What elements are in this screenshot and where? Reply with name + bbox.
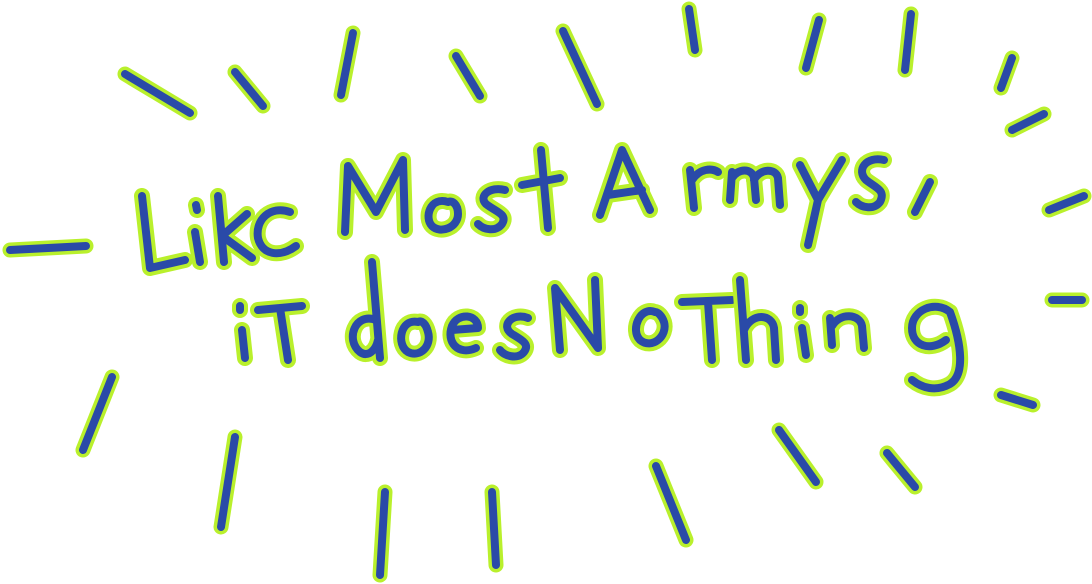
burst-ray — [798, 12, 827, 76]
burst-ray — [484, 484, 504, 573]
glyph-y — [792, 152, 850, 253]
burst-ray — [555, 23, 605, 112]
burst-ray — [879, 445, 923, 495]
glyph-A — [592, 142, 658, 223]
glyph-T — [514, 142, 568, 236]
glyph-L — [134, 188, 193, 276]
burst-ray — [117, 66, 198, 121]
burst-ray — [372, 484, 393, 583]
glyph-d — [344, 254, 388, 366]
burst-ray — [75, 369, 120, 458]
glyph-s2 — [848, 151, 892, 216]
burst-ray — [648, 458, 694, 548]
burst-rays — [2, 1, 1092, 583]
glyph-K — [210, 188, 260, 270]
handwritten-lettering — [134, 142, 969, 397]
burst-ray — [897, 6, 919, 78]
burst-ray — [448, 48, 488, 104]
hand-lettered-artwork — [2, 1, 1092, 583]
glyph-i — [187, 197, 208, 270]
glyph-C — [249, 202, 304, 262]
glyph-i3 — [792, 300, 814, 363]
burst-ray — [213, 429, 243, 535]
glyph-o — [420, 193, 466, 238]
glyph-n — [822, 308, 872, 356]
burst-ray — [993, 387, 1041, 413]
glyph-s3 — [492, 308, 536, 365]
burst-ray — [993, 50, 1020, 96]
glyph-comma — [907, 174, 938, 220]
glyph-T3 — [674, 292, 740, 368]
glyph-M — [337, 152, 413, 240]
glyph-e — [442, 308, 486, 359]
burst-ray — [333, 25, 361, 103]
burst-ray — [2, 238, 94, 258]
burst-ray — [1041, 188, 1092, 218]
burst-ray — [681, 1, 703, 58]
glyph-m — [722, 162, 788, 213]
glyph-N — [547, 272, 606, 358]
burst-ray — [771, 422, 824, 490]
glyph-s — [470, 181, 513, 238]
burst-ray — [227, 64, 271, 114]
glyph-o3 — [628, 303, 673, 352]
glyph-h — [732, 272, 784, 368]
glyph-r — [682, 161, 726, 216]
glyph-o2 — [393, 313, 437, 362]
burst-ray — [1004, 106, 1052, 138]
glyph-T2 — [250, 298, 310, 368]
glyph-i2 — [232, 298, 253, 366]
glyph-g — [904, 298, 969, 397]
